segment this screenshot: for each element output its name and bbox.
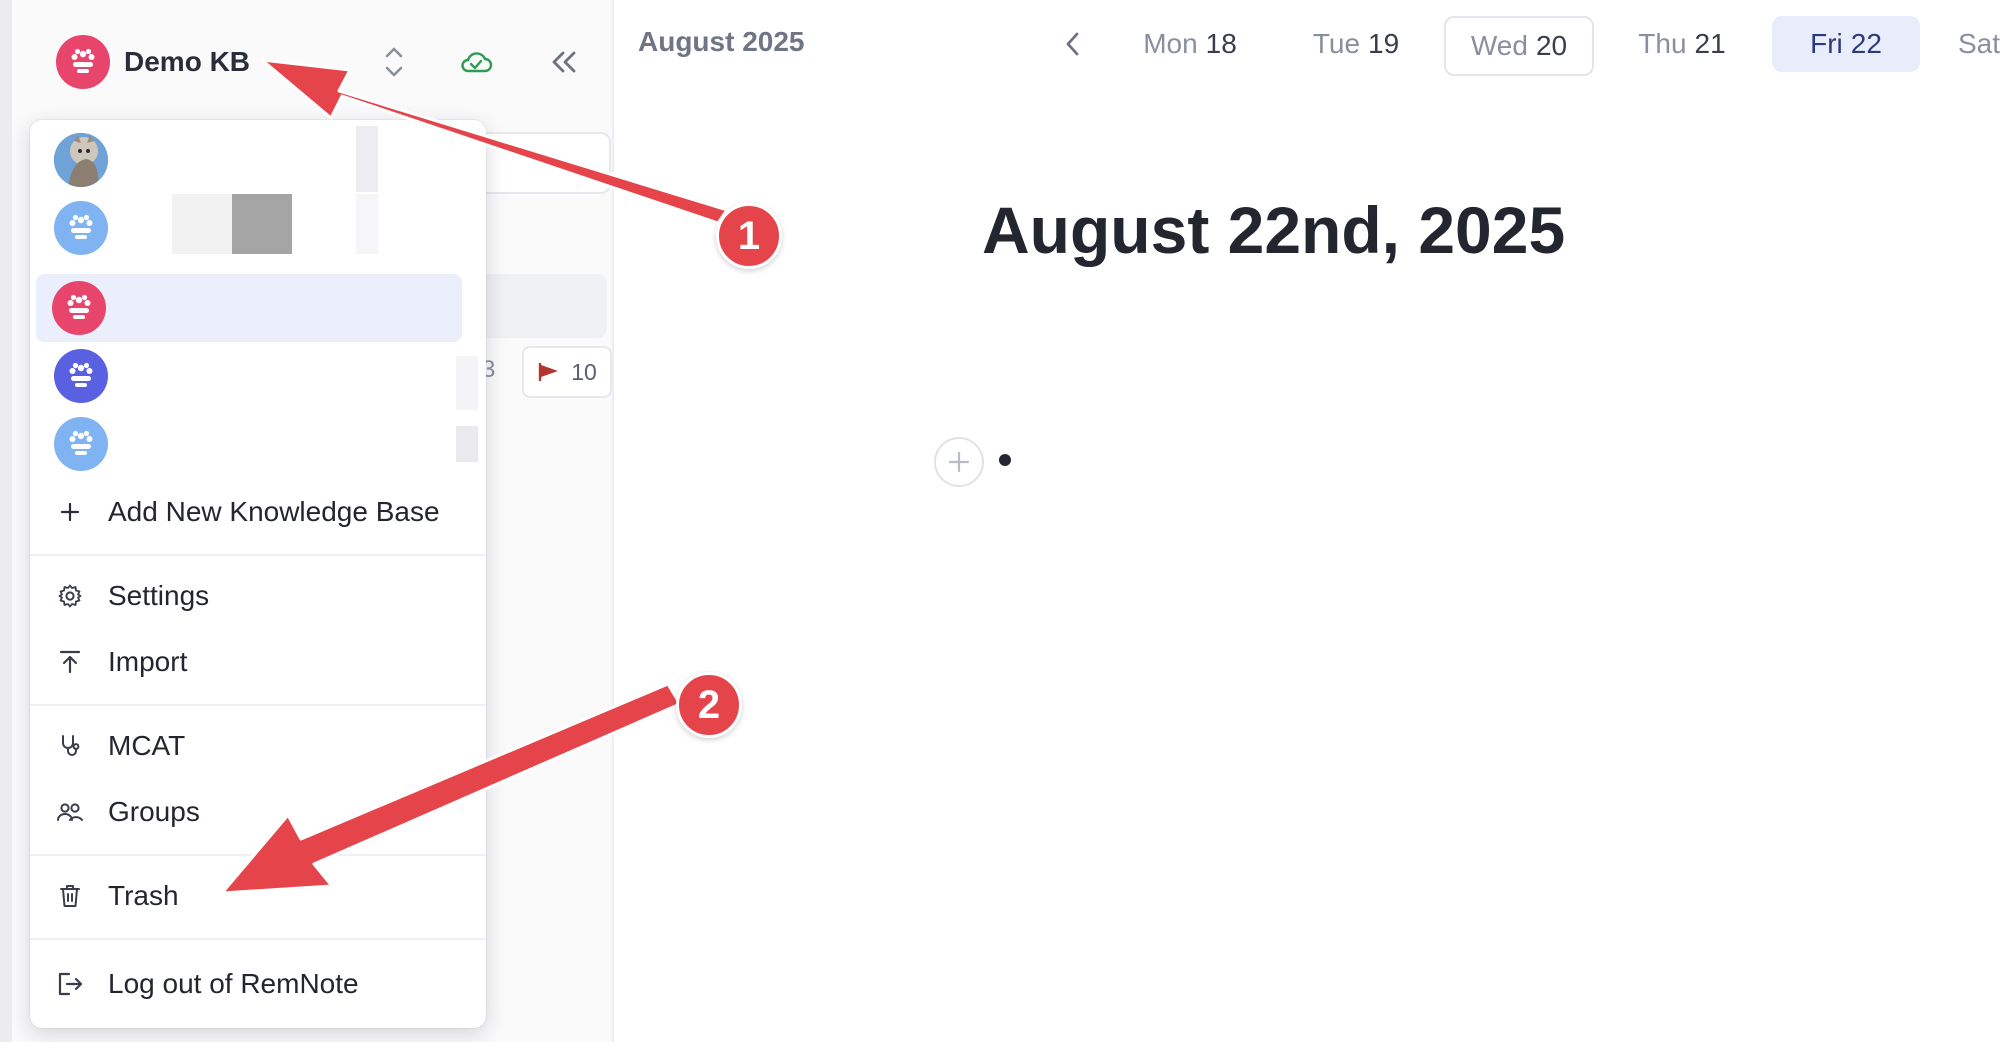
redacted-block xyxy=(232,194,292,254)
divider xyxy=(30,704,486,706)
stethoscope-icon xyxy=(50,726,90,766)
kb-list-item[interactable] xyxy=(38,410,478,478)
mcat-item[interactable]: MCAT xyxy=(30,716,486,776)
import-item[interactable]: Import xyxy=(30,632,486,692)
groups-icon xyxy=(50,792,90,832)
settings-item[interactable]: Settings xyxy=(30,566,486,626)
divider xyxy=(30,554,486,556)
logout-item[interactable]: Log out of RemNote xyxy=(30,954,486,1014)
add-block-button[interactable] xyxy=(934,437,984,487)
flag-count-badge[interactable]: 10 xyxy=(522,346,612,398)
redacted-block xyxy=(456,426,478,462)
kb-list-item[interactable] xyxy=(38,126,478,194)
gear-icon xyxy=(50,576,90,616)
kb-title: Demo KB xyxy=(124,46,251,77)
plus-icon xyxy=(948,451,970,473)
day-sat[interactable]: Sat xyxy=(1958,16,2012,72)
flag-count: 10 xyxy=(571,358,597,385)
flag-icon xyxy=(539,362,559,382)
day-fri-selected[interactable]: Fri 22 xyxy=(1772,16,1920,72)
kb-logo-icon xyxy=(54,349,108,403)
kb-list-item-active[interactable] xyxy=(36,274,462,342)
month-label: August 2025 xyxy=(638,26,805,57)
step-2-badge: 2 xyxy=(676,672,742,738)
cat-photo-avatar xyxy=(54,133,108,187)
window-edge xyxy=(0,0,12,1042)
add-knowledge-base-item[interactable]: Add New Knowledge Base xyxy=(30,482,486,542)
divider xyxy=(30,854,486,856)
import-upload-icon xyxy=(50,642,90,682)
groups-item[interactable]: Groups xyxy=(30,782,486,842)
kb-dropdown-menu: Add New Knowledge Base Settings Import M… xyxy=(30,120,486,1028)
chevron-left-icon xyxy=(1066,32,1079,56)
redacted-block xyxy=(356,194,378,254)
kb-switcher[interactable]: Demo KB xyxy=(56,32,250,92)
logout-icon xyxy=(50,964,90,1004)
day-tue[interactable]: Tue 19 xyxy=(1296,16,1416,72)
expand-collapse-icon[interactable] xyxy=(372,40,416,84)
day-wed-today[interactable]: Wed 20 xyxy=(1444,16,1594,76)
redacted-block xyxy=(356,126,378,192)
day-mon[interactable]: Mon 18 xyxy=(1130,16,1250,72)
kb-list-item[interactable] xyxy=(38,342,478,410)
plus-icon xyxy=(50,492,90,532)
empty-bullet[interactable] xyxy=(999,454,1011,466)
redacted-block xyxy=(456,356,478,410)
divider xyxy=(30,938,486,940)
kb-logo-icon xyxy=(56,35,110,89)
kb-logo-icon xyxy=(54,201,108,255)
trash-item[interactable]: Trash xyxy=(30,866,486,926)
kb-logo-icon xyxy=(54,417,108,471)
cloud-sync-icon[interactable] xyxy=(454,40,498,84)
day-thu[interactable]: Thu 21 xyxy=(1622,16,1742,72)
prev-week-button[interactable] xyxy=(1054,24,1090,64)
kb-list-item[interactable] xyxy=(38,194,478,262)
step-1-badge: 1 xyxy=(716,203,782,269)
document-title[interactable]: August 22nd, 2025 xyxy=(982,192,1565,268)
kb-logo-icon xyxy=(52,281,106,335)
trash-icon xyxy=(50,876,90,916)
redacted-block xyxy=(172,194,232,254)
collapse-sidebar-icon[interactable] xyxy=(542,40,586,84)
